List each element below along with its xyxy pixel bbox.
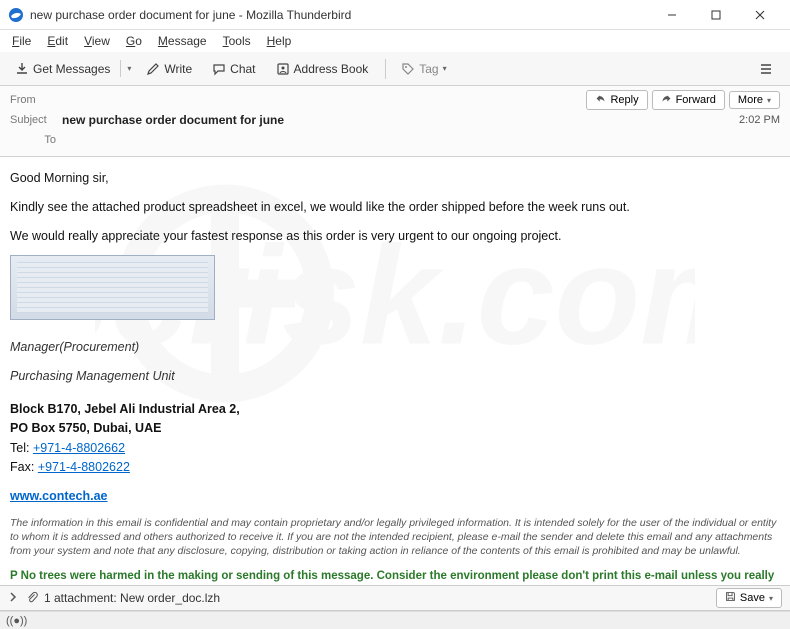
download-icon (15, 62, 29, 76)
reply-icon (595, 93, 606, 107)
fax-label: Fax: (10, 460, 38, 474)
signature-address-2: PO Box 5750, Dubai, UAE (10, 419, 780, 438)
save-label: Save (740, 592, 765, 604)
chat-icon (212, 62, 226, 76)
tel-link[interactable]: +971-4-8802662 (33, 441, 125, 455)
address-book-label: Address Book (294, 62, 369, 76)
menu-bar: File Edit View Go Message Tools Help (0, 30, 790, 52)
signature-fax-row: Fax: +971-4-8802622 (10, 458, 780, 477)
website-link[interactable]: www.contech.ae (10, 489, 107, 503)
connection-status-icon[interactable]: ((●)) (6, 615, 27, 627)
window-minimize-button[interactable] (650, 0, 694, 30)
window-maximize-button[interactable] (694, 0, 738, 30)
get-messages-label: Get Messages (33, 62, 110, 76)
chevron-down-icon: ▾ (767, 96, 771, 105)
fax-link[interactable]: +971-4-8802622 (38, 460, 130, 474)
menu-edit[interactable]: Edit (39, 32, 76, 50)
get-messages-dropdown[interactable]: ▾ (120, 60, 137, 77)
address-book-icon (276, 62, 290, 76)
more-button[interactable]: More ▾ (729, 91, 780, 109)
attachment-bar: 1 attachment: New order_doc.lzh Save ▾ (0, 585, 790, 611)
body-paragraph-1: Kindly see the attached product spreadsh… (10, 198, 780, 217)
disclaimer-text: The information in this email is confide… (10, 516, 780, 559)
tag-icon (401, 62, 415, 76)
window-title: new purchase order document for june - M… (30, 8, 650, 22)
hamburger-icon (759, 62, 773, 76)
chevron-down-icon: ▾ (769, 594, 773, 603)
to-label: To (10, 134, 62, 146)
signature-address-1: Block B170, Jebel Ali Industrial Area 2, (10, 400, 780, 419)
forward-label: Forward (676, 94, 716, 106)
menu-go[interactable]: Go (118, 32, 150, 50)
attachment-text[interactable]: 1 attachment: New order_doc.lzh (44, 591, 716, 605)
signature-tel-row: Tel: +971-4-8802662 (10, 439, 780, 458)
body-paragraph-2: We would really appreciate your fastest … (10, 227, 780, 246)
forward-icon (661, 93, 672, 107)
message-time: 2:02 PM (739, 114, 780, 126)
thunderbird-icon (8, 7, 24, 23)
menu-view[interactable]: View (76, 32, 118, 50)
save-attachment-button[interactable]: Save ▾ (716, 588, 782, 608)
chevron-down-icon: ▾ (127, 64, 131, 73)
tel-label: Tel: (10, 441, 33, 455)
tag-button[interactable]: Tag ▾ (392, 57, 455, 81)
tag-label: Tag (419, 62, 438, 76)
main-toolbar: Get Messages ▾ Write Chat Address Book T… (0, 52, 790, 86)
window-close-button[interactable] (738, 0, 782, 30)
forward-button[interactable]: Forward (652, 90, 725, 110)
chat-button[interactable]: Chat (203, 57, 264, 81)
signature-unit: Purchasing Management Unit (10, 367, 780, 386)
window-titlebar: new purchase order document for june - M… (0, 0, 790, 30)
toolbar-separator (385, 59, 386, 79)
save-icon (725, 591, 736, 605)
chat-label: Chat (230, 62, 255, 76)
status-bar: ((●)) (0, 611, 790, 629)
body-greeting: Good Morning sir, (10, 169, 780, 188)
message-body: Good Morning sir, Kindly see the attache… (0, 157, 790, 587)
more-label: More (738, 94, 763, 106)
expand-attachment-button[interactable] (8, 591, 18, 605)
write-label: Write (164, 62, 192, 76)
menu-tools[interactable]: Tools (215, 32, 259, 50)
pencil-icon (146, 62, 160, 76)
chevron-down-icon: ▾ (443, 64, 447, 73)
subject-label: Subject (10, 114, 62, 126)
embedded-spreadsheet-image (10, 255, 215, 320)
from-label: From (10, 94, 62, 106)
menu-file[interactable]: File (4, 32, 39, 50)
menu-help[interactable]: Help (259, 32, 300, 50)
menu-message[interactable]: Message (150, 32, 215, 50)
signature-title: Manager(Procurement) (10, 338, 780, 357)
message-header: From Reply Forward More ▾ Subject new pu… (0, 86, 790, 157)
reply-button[interactable]: Reply (586, 90, 647, 110)
paperclip-icon (26, 591, 38, 606)
subject-value: new purchase order document for june (62, 113, 731, 127)
app-menu-button[interactable] (750, 57, 782, 81)
get-messages-button[interactable]: Get Messages (6, 57, 119, 81)
address-book-button[interactable]: Address Book (267, 57, 378, 81)
reply-label: Reply (610, 94, 638, 106)
write-button[interactable]: Write (137, 57, 201, 81)
